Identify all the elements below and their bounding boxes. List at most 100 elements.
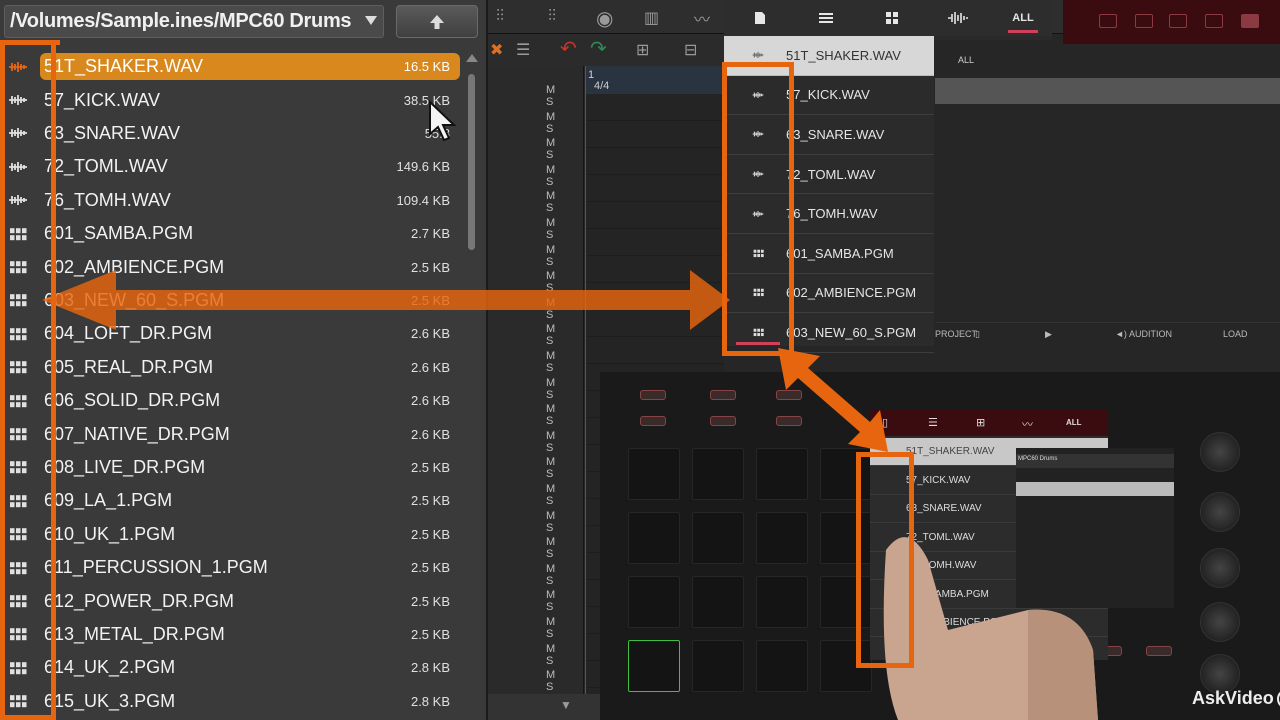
file-row[interactable]: 63_SNARE.WAV 55.8	[0, 117, 462, 150]
file-size: 149.6 KB	[396, 159, 451, 175]
pad-bank-button[interactable]	[1099, 14, 1117, 28]
track-mute-solo[interactable]: M S	[546, 323, 583, 347]
touch-list-item[interactable]: 603_NEW_60_S.PGM	[724, 313, 934, 353]
track-mute-solo[interactable]: M S	[546, 244, 583, 268]
file-row[interactable]: 614_UK_2.PGM 2.8 KB	[0, 651, 462, 684]
touch-browser-list[interactable]: 51T_SHAKER.WAV 57_KICK.WAV 63_SNARE.WAV 72_…	[724, 36, 934, 353]
sample-tool-icon[interactable]: ⊞	[636, 40, 649, 60]
edit-tool-icon[interactable]: ⊟	[684, 40, 697, 60]
mixer-icon[interactable]: ⫶⫶	[496, 8, 504, 26]
file-row[interactable]: 615_UK_3.PGM 2.8 KB	[0, 685, 462, 718]
folder-icon[interactable]	[1241, 14, 1259, 28]
file-name: 611_PERCUSSION_1.PGM	[44, 557, 268, 578]
scroll-up-arrow-icon[interactable]	[466, 54, 478, 62]
scroll-down-icon[interactable]: ▼	[560, 698, 572, 712]
file-row[interactable]: 611_PERCUSSION_1.PGM 2.5 KB	[0, 551, 462, 584]
file-row[interactable]: 612_POWER_DR.PGM 2.5 KB	[0, 584, 462, 617]
track-mute-solo[interactable]: M S	[546, 589, 583, 613]
file-size: 2.6 KB	[410, 393, 450, 409]
track-mute-solo[interactable]: M S	[546, 217, 583, 241]
tab-files[interactable]	[746, 0, 774, 36]
track-mute-solo[interactable]: M S	[546, 111, 583, 135]
channel-mixer-icon[interactable]: ⫶⫶	[548, 8, 556, 26]
file-row[interactable]: 606_SOLID_DR.PGM 2.6 KB	[0, 384, 462, 417]
track-mute-solo[interactable]: M S	[546, 563, 583, 587]
eye-icon[interactable]: ◉	[596, 6, 613, 31]
save-icon[interactable]: ▯	[975, 329, 980, 340]
up-folder-button[interactable]	[396, 5, 478, 38]
all-filter-chip[interactable]: ALL	[958, 55, 974, 65]
pad-bank-button[interactable]	[1205, 14, 1223, 28]
track-mute-solo[interactable]: M S	[546, 270, 583, 294]
file-row[interactable]: 604_LOFT_DR.PGM 2.6 KB	[0, 317, 462, 350]
track-mute-solo[interactable]: M S	[546, 430, 583, 454]
touch-list-item[interactable]: 63_SNARE.WAV	[724, 115, 934, 155]
audition-button[interactable]: AUDITION	[1129, 329, 1172, 339]
track-mute-solo[interactable]: M S	[546, 297, 583, 321]
track-mute-solo[interactable]: M S	[546, 643, 583, 667]
file-size: 2.8 KB	[410, 693, 450, 709]
scroll-thumb[interactable]	[468, 74, 475, 250]
list-icon[interactable]: ☰	[516, 40, 530, 60]
tab-programs[interactable]	[878, 0, 906, 36]
file-list[interactable]: 51T_SHAKER.WAV 16.5 KB 57_KICK.WAV 38.5 KB 6…	[0, 50, 462, 720]
list-scroll-indicator	[736, 342, 780, 345]
touch-list-item[interactable]: 72_TOML.WAV	[724, 155, 934, 195]
track-mute-solo[interactable]: M S	[546, 456, 583, 480]
path-dropdown[interactable]: /Volumes/Sample.ines/MPC60 Drums	[4, 5, 384, 38]
undo-icon[interactable]: ↶	[560, 36, 577, 61]
file-row[interactable]: 609_LA_1.PGM 2.5 KB	[0, 484, 462, 517]
track-mute-solo[interactable]: M S	[546, 377, 583, 401]
file-row[interactable]: 51T_SHAKER.WAV 16.5 KB	[0, 50, 462, 83]
track-mute-solo[interactable]: M S	[546, 403, 583, 427]
file-size: 2.6 KB	[410, 359, 450, 375]
file-row[interactable]: 610_UK_1.PGM 2.5 KB	[0, 518, 462, 551]
pad-bank-button[interactable]	[1169, 14, 1187, 28]
waveform-icon	[9, 95, 27, 106]
track-mute-solo[interactable]: M S	[546, 669, 583, 693]
program-grid-icon	[10, 361, 27, 374]
pad-bank-button[interactable]	[1135, 14, 1153, 28]
touch-list-item[interactable]: 76_TOMH.WAV	[724, 194, 934, 234]
program-grid-icon	[753, 328, 764, 337]
file-name: 603_NEW_60_S.PGM	[44, 289, 225, 310]
play-icon[interactable]: ▶	[1045, 329, 1052, 340]
close-icon[interactable]: ✖	[490, 40, 503, 60]
track-mute-solo[interactable]: M S	[546, 84, 583, 108]
file-row[interactable]: 602_AMBIENCE.PGM 2.5 KB	[0, 250, 462, 283]
track-mute-solo[interactable]: M S	[546, 536, 583, 560]
redo-icon[interactable]: ↷	[590, 36, 607, 61]
program-type-icon	[8, 293, 28, 307]
track-mute-solo[interactable]: M S	[546, 164, 583, 188]
sample-type-icon	[752, 169, 764, 179]
tab-samples[interactable]	[944, 0, 972, 36]
file-row[interactable]: 603_NEW_60_S.PGM 2.5 KB	[0, 284, 462, 317]
track-mute-solo[interactable]: M S	[546, 616, 583, 640]
file-list-scrollbar[interactable]	[466, 54, 478, 714]
tab-tracks[interactable]	[812, 0, 840, 36]
file-row[interactable]: 76_TOMH.WAV 109.4 KB	[0, 184, 462, 217]
timeline-ruler[interactable]: 1 4/4	[586, 66, 726, 94]
load-button[interactable]: LOAD	[1223, 329, 1248, 339]
file-row[interactable]: 72_TOML.WAV 149.6 KB	[0, 150, 462, 183]
track-mute-solo[interactable]: M S	[546, 137, 583, 161]
touch-list-item[interactable]: 602_AMBIENCE.PGM	[724, 274, 934, 314]
touch-list-item[interactable]: 57_KICK.WAV	[724, 76, 934, 116]
file-row[interactable]: 608_LIVE_DR.PGM 2.5 KB	[0, 451, 462, 484]
track-mute-solo[interactable]: M S	[546, 510, 583, 534]
sample-edit-icon[interactable]: ▥	[644, 8, 659, 28]
file-row[interactable]: 607_NATIVE_DR.PGM 2.6 KB	[0, 417, 462, 450]
project-button[interactable]: PROJECT	[935, 329, 977, 339]
touch-list-item[interactable]: 601_SAMBA.PGM	[724, 234, 934, 274]
waveform-icon	[752, 131, 764, 138]
file-size: 2.5 KB	[410, 459, 450, 475]
file-row[interactable]: 57_KICK.WAV 38.5 KB	[0, 83, 462, 116]
file-row[interactable]: 613_METAL_DR.PGM 2.5 KB	[0, 618, 462, 651]
waveform-icon[interactable]: 〰	[694, 6, 710, 30]
track-mute-solo[interactable]: M S	[546, 190, 583, 214]
track-mute-solo[interactable]: M S	[546, 483, 583, 507]
touch-list-item[interactable]: 51T_SHAKER.WAV	[724, 36, 934, 76]
file-row[interactable]: 605_REAL_DR.PGM 2.6 KB	[0, 351, 462, 384]
file-row[interactable]: 601_SAMBA.PGM 2.7 KB	[0, 217, 462, 250]
track-mute-solo[interactable]: M S	[546, 350, 583, 374]
